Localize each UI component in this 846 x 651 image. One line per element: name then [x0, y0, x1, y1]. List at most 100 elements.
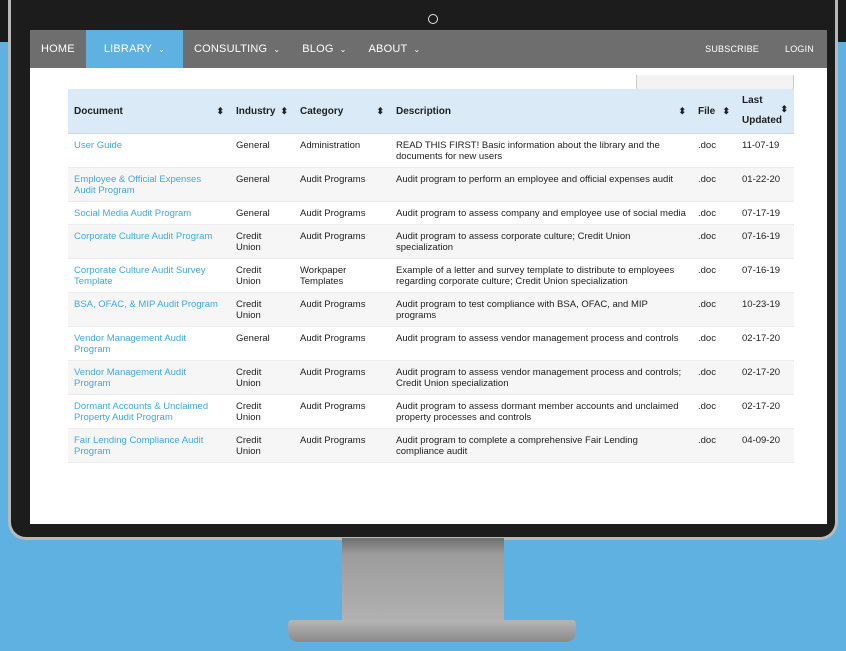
industry-cell: General — [230, 133, 294, 168]
sort-icon[interactable]: ⬍ — [376, 106, 384, 117]
document-link[interactable]: User Guide — [74, 140, 122, 151]
column-header-document[interactable]: Document ⬍ — [68, 89, 230, 134]
industry-cell: Credit Union — [230, 292, 294, 327]
industry-cell: Credit Union — [230, 428, 294, 463]
monitor-stand-base — [288, 620, 576, 642]
document-cell: Dormant Accounts & Unclaimed Property Au… — [68, 394, 230, 429]
column-header-last-updated[interactable]: ⬍ Last Updated — [736, 89, 794, 134]
description-cell: Example of a letter and survey template … — [390, 258, 692, 293]
document-link[interactable]: Corporate Culture Audit Program — [74, 231, 212, 242]
login-link[interactable]: LOGIN — [772, 30, 827, 68]
last-updated-cell: 11-07-19 — [736, 133, 794, 168]
document-link[interactable]: Dormant Accounts & Unclaimed Property Au… — [74, 401, 208, 423]
description-cell: Audit program to assess vendor managemen… — [390, 360, 692, 395]
top-navigation-bar: HOME LIBRARY ⌄ CONSULTING ⌄ BLOG ⌄ ABOUT ⌄ S… — [30, 30, 827, 68]
description-cell: Audit program to perform an employee and… — [390, 167, 692, 202]
nav-item-blog[interactable]: BLOG ⌄ — [291, 30, 357, 68]
description-cell: Audit program to complete a comprehensiv… — [390, 428, 692, 463]
document-cell: Vendor Management Audit Program — [68, 326, 230, 361]
table-row: Dormant Accounts & Unclaimed Property Au… — [68, 394, 794, 429]
file-type-cell: .doc — [692, 360, 736, 395]
category-cell: Audit Programs — [294, 224, 390, 259]
chevron-down-icon: ⌄ — [273, 44, 281, 54]
column-header-file[interactable]: File ⬍ — [692, 89, 736, 134]
nav-item-library[interactable]: LIBRARY ⌄ — [85, 30, 183, 68]
subscribe-link[interactable]: SUBSCRIBE — [692, 30, 772, 68]
sort-icon[interactable]: ⬍ — [722, 106, 730, 117]
description-cell: Audit program to assess corporate cultur… — [390, 224, 692, 259]
industry-cell: Credit Union — [230, 394, 294, 429]
column-header-industry[interactable]: Industry ⬍ — [230, 89, 294, 134]
category-cell: Audit Programs — [294, 167, 390, 202]
column-header-category[interactable]: Category ⬍ — [294, 89, 390, 134]
description-cell: READ THIS FIRST! Basic information about… — [390, 133, 692, 168]
table-row: Social Media Audit Program General Audit… — [68, 201, 794, 225]
category-cell: Workpaper Templates — [294, 258, 390, 293]
document-library-table: Document ⬍ Industry ⬍ Category ⬍ Descriptio… — [68, 89, 794, 463]
document-link[interactable]: BSA, OFAC, & MIP Audit Program — [74, 299, 218, 310]
file-type-cell: .doc — [692, 428, 736, 463]
monitor-stand-neck — [342, 538, 504, 620]
webcam-icon — [428, 14, 438, 24]
industry-cell: General — [230, 326, 294, 361]
category-cell: Audit Programs — [294, 292, 390, 327]
category-cell: Audit Programs — [294, 428, 390, 463]
industry-cell: Credit Union — [230, 224, 294, 259]
document-cell: Fair Lending Compliance Audit Program — [68, 428, 230, 463]
sort-icon[interactable]: ⬍ — [216, 106, 224, 117]
last-updated-cell: 02-17-20 — [736, 326, 794, 361]
last-updated-cell: 04-09-20 — [736, 428, 794, 463]
category-cell: Audit Programs — [294, 394, 390, 429]
table-body: User Guide General Administration READ T… — [68, 133, 794, 463]
file-type-cell: .doc — [692, 394, 736, 429]
document-link[interactable]: Corporate Culture Audit Survey Template — [74, 265, 205, 287]
document-cell: BSA, OFAC, & MIP Audit Program — [68, 292, 230, 327]
last-updated-cell: 07-16-19 — [736, 258, 794, 293]
table-row: Fair Lending Compliance Audit Program Cr… — [68, 428, 794, 463]
chevron-down-icon: ⌄ — [413, 44, 421, 54]
file-type-cell: .doc — [692, 258, 736, 293]
chevron-down-icon: ⌄ — [158, 44, 165, 54]
document-link[interactable]: Social Media Audit Program — [74, 208, 191, 219]
file-type-cell: .doc — [692, 292, 736, 327]
table-row: Vendor Management Audit Program Credit U… — [68, 360, 794, 395]
document-link[interactable]: Employee & Official Expenses Audit Progr… — [74, 174, 201, 196]
sort-icon[interactable]: ⬍ — [280, 106, 288, 117]
sort-icon[interactable]: ⬍ — [780, 103, 788, 115]
file-type-cell: .doc — [692, 201, 736, 225]
table-row: Corporate Culture Audit Survey Template … — [68, 258, 794, 293]
library-content: Document ⬍ Industry ⬍ Category ⬍ Descriptio… — [30, 68, 827, 524]
description-cell: Audit program to assess company and empl… — [390, 201, 692, 225]
industry-cell: General — [230, 167, 294, 202]
document-link[interactable]: Vendor Management Audit Program — [74, 333, 186, 355]
description-cell: Audit program to assess dormant member a… — [390, 394, 692, 429]
document-link[interactable]: Fair Lending Compliance Audit Program — [74, 435, 203, 457]
document-cell: Vendor Management Audit Program — [68, 360, 230, 395]
nav-item-about[interactable]: ABOUT ⌄ — [358, 30, 432, 68]
chevron-down-icon: ⌄ — [339, 44, 347, 54]
last-updated-cell: 02-17-20 — [736, 394, 794, 429]
sort-icon[interactable]: ⬍ — [678, 106, 686, 117]
description-cell: Audit program to assess vendor managemen… — [390, 326, 692, 361]
table-row: Corporate Culture Audit Program Credit U… — [68, 224, 794, 259]
document-link[interactable]: Vendor Management Audit Program — [74, 367, 186, 389]
table-row: Employee & Official Expenses Audit Progr… — [68, 167, 794, 202]
file-type-cell: .doc — [692, 167, 736, 202]
file-type-cell: .doc — [692, 224, 736, 259]
table-header-row: Document ⬍ Industry ⬍ Category ⬍ Descriptio… — [68, 89, 794, 134]
table-row: BSA, OFAC, & MIP Audit Program Credit Un… — [68, 292, 794, 327]
industry-cell: Credit Union — [230, 360, 294, 395]
nav-item-consulting[interactable]: CONSULTING ⌄ — [183, 30, 291, 68]
file-type-cell: .doc — [692, 133, 736, 168]
search-filter-input[interactable] — [636, 75, 794, 90]
column-header-description[interactable]: Description ⬍ — [390, 89, 692, 134]
document-cell: Social Media Audit Program — [68, 201, 230, 225]
last-updated-cell: 07-17-19 — [736, 201, 794, 225]
description-cell: Audit program to test compliance with BS… — [390, 292, 692, 327]
nav-item-home[interactable]: HOME — [30, 30, 86, 68]
document-cell: User Guide — [68, 133, 230, 168]
industry-cell: Credit Union — [230, 258, 294, 293]
category-cell: Audit Programs — [294, 326, 390, 361]
file-type-cell: .doc — [692, 326, 736, 361]
category-cell: Audit Programs — [294, 360, 390, 395]
